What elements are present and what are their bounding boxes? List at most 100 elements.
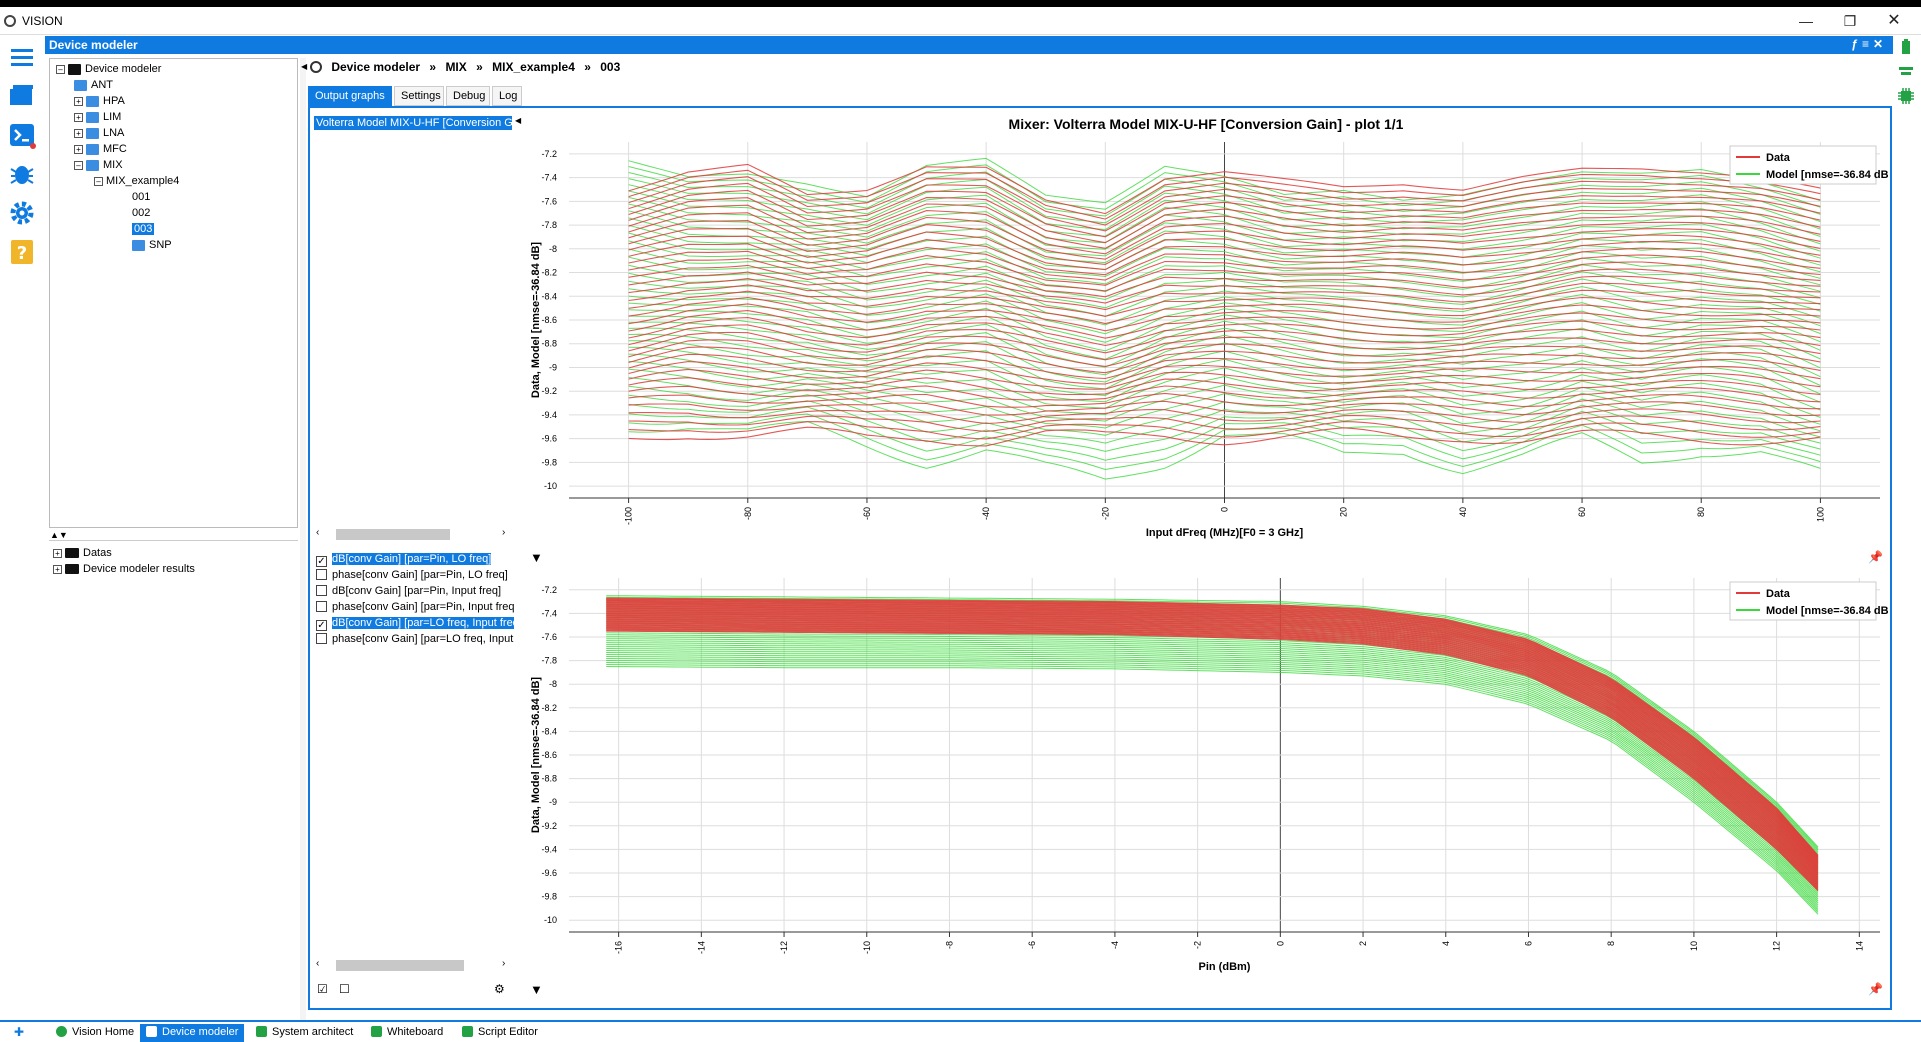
plot-option[interactable]: ✓ dB[conv Gain] [par=LO freq, Input freq] [316, 616, 514, 631]
taskbar-script-editor[interactable]: Script Editor [456, 1024, 544, 1042]
graph-list-scrollbar[interactable]: ‹ › [314, 527, 514, 541]
tree-item-002[interactable]: 002 [132, 206, 150, 220]
filter-icon[interactable]: ▼ [530, 982, 543, 997]
minimize-button[interactable]: — [1786, 9, 1826, 33]
filter-icon[interactable]: ▼ [530, 550, 543, 565]
pin-icon[interactable]: 📌 [1868, 982, 1883, 996]
panel-header: Device modeler ƒ≡✕ [45, 36, 1893, 54]
checkbox[interactable] [316, 633, 327, 644]
y-tick-label: -9.8 [541, 892, 557, 902]
left-toolbar: ? [0, 35, 45, 1020]
breadcrumb-item[interactable]: MIX_example4 [492, 60, 575, 74]
breadcrumb-home-icon[interactable] [310, 61, 322, 73]
y-axis-label: Data, Model [nmse=-36.84 dB] [530, 242, 542, 399]
y-tick-label: -10 [544, 915, 557, 925]
gear-icon[interactable] [8, 199, 36, 227]
menu-icon[interactable] [8, 43, 36, 71]
plot-option[interactable]: dB[conv Gain] [par=Pin, Input freq] [316, 584, 514, 599]
breadcrumb-item[interactable]: 003 [600, 60, 620, 74]
tab-debug[interactable]: Debug [446, 86, 490, 106]
checkbox-checked[interactable]: ✓ [316, 556, 327, 567]
tree-item-mfc[interactable]: + MFC [74, 142, 127, 156]
taskbar-vision-home[interactable]: Vision Home [50, 1024, 140, 1042]
x-tick-label: -40 [981, 507, 991, 520]
x-tick-label: 0 [1220, 507, 1230, 512]
splitter[interactable] [300, 58, 306, 1020]
x-tick-label: 6 [1523, 941, 1533, 946]
tree-item-lna[interactable]: + LNA [74, 126, 124, 140]
tree-item-001[interactable]: 001 [132, 190, 150, 204]
breadcrumb-item[interactable]: Device modeler [331, 60, 420, 74]
breadcrumb-item[interactable]: MIX [445, 60, 466, 74]
y-tick-label: -9 [549, 362, 557, 372]
uncheck-all-icon[interactable]: ☐ [339, 982, 350, 996]
tab-settings[interactable]: Settings [394, 86, 444, 106]
right-toolbar [1893, 35, 1921, 1020]
battery-icon[interactable] [1899, 39, 1913, 55]
breadcrumb: Device modeler » MIX » MIX_example4 » 00… [310, 60, 620, 80]
tree-item-003[interactable]: 003 [132, 222, 155, 236]
taskbar-whiteboard[interactable]: Whiteboard [365, 1024, 449, 1042]
plot-option[interactable]: phase[conv Gain] [par=Pin, Input freq] [316, 600, 514, 615]
tree-collapse-arrows[interactable]: ▲▼ [50, 530, 68, 540]
checkbox-checked[interactable]: ✓ [316, 620, 327, 631]
x-tick-label: 8 [1606, 941, 1616, 946]
tree-item-ant[interactable]: ANT [74, 78, 113, 92]
legend-label-model: Model [nmse=-36.84 dB] [1766, 605, 1888, 617]
x-tick-label: -60 [862, 507, 872, 520]
checkbox[interactable] [316, 601, 327, 612]
plot-list-scrollbar[interactable]: ‹ › [314, 958, 514, 972]
y-tick-label: -9.4 [541, 844, 557, 854]
breadcrumb-sep: » [476, 60, 483, 74]
tab-output-graphs[interactable]: Output graphs [308, 86, 392, 106]
chip-icon[interactable] [1897, 87, 1915, 105]
plot-option[interactable]: phase[conv Gain] [par=Pin, LO freq] [316, 568, 514, 583]
tree-item-mix-example4[interactable]: – MIX_example4 [94, 174, 179, 188]
taskbar-system-architect[interactable]: System architect [250, 1024, 359, 1042]
x-tick-label: -16 [614, 941, 624, 954]
help-icon[interactable]: ? [8, 238, 36, 266]
tree-item-results[interactable]: + Device modeler results [53, 562, 195, 576]
x-tick-label: 10 [1689, 941, 1699, 951]
x-tick-label: -80 [743, 507, 753, 520]
maximize-button[interactable]: ❐ [1830, 9, 1870, 33]
x-tick-label: 2 [1358, 941, 1368, 946]
y-tick-label: -8 [549, 244, 557, 254]
y-tick-label: -8 [549, 679, 557, 689]
y-tick-label: -10 [544, 481, 557, 491]
tree-item-root[interactable]: – Device modeler [56, 62, 161, 76]
plot-splitter[interactable]: ◀ [514, 108, 524, 1008]
tree-item-lim[interactable]: + LIM [74, 110, 121, 124]
tree-item-mix[interactable]: – MIX [74, 158, 123, 172]
graph-list: Volterra Model MIX-U-HF [Conversion Gain… [314, 116, 514, 536]
pin-taskbar-icon[interactable]: ✚ [14, 1025, 24, 1039]
graph-list-item[interactable]: Volterra Model MIX-U-HF [Conversion Gain… [314, 116, 512, 130]
plot-option[interactable]: phase[conv Gain] [par=LO freq, Input fre… [316, 632, 514, 647]
collapse-arrow-icon[interactable]: ◀ [301, 62, 307, 71]
layers-icon[interactable] [1897, 65, 1915, 79]
settings-small-icon[interactable]: ⚙ [494, 982, 505, 996]
terminal-icon[interactable] [8, 121, 36, 149]
svg-text:?: ? [17, 243, 27, 264]
panel-header-buttons[interactable]: ƒ≡✕ [1851, 37, 1887, 51]
checkbox[interactable] [316, 585, 327, 596]
checkbox[interactable] [316, 569, 327, 580]
app-title: VISION [22, 14, 63, 28]
bug-icon[interactable] [8, 159, 36, 187]
tab-log[interactable]: Log [492, 86, 522, 106]
pin-icon[interactable]: 📌 [1868, 550, 1883, 564]
check-all-icon[interactable]: ☑ [317, 982, 328, 996]
plot-option[interactable]: ✓ dB[conv Gain] [par=Pin, LO freq] [316, 552, 514, 567]
series-line [606, 611, 1819, 871]
series-line [606, 644, 1819, 894]
x-tick-label: -4 [1110, 941, 1120, 949]
tree-item-hpa[interactable]: + HPA [74, 94, 125, 108]
tree-item-datas[interactable]: + Datas [53, 546, 112, 560]
tree-item-snp[interactable]: SNP [132, 238, 172, 252]
x-tick-label: 12 [1772, 941, 1782, 951]
taskbar-device-modeler[interactable]: Device modeler [140, 1024, 245, 1042]
close-button[interactable]: ✕ [1874, 9, 1914, 33]
conversion-gain-vs-dfreq-chart: Mixer: Volterra Model MIX-U-HF [Conversi… [524, 112, 1888, 542]
bottom-taskbar: ✚ Vision Home Device modeler System arch… [0, 1020, 1921, 1042]
folders-icon[interactable] [8, 81, 36, 109]
